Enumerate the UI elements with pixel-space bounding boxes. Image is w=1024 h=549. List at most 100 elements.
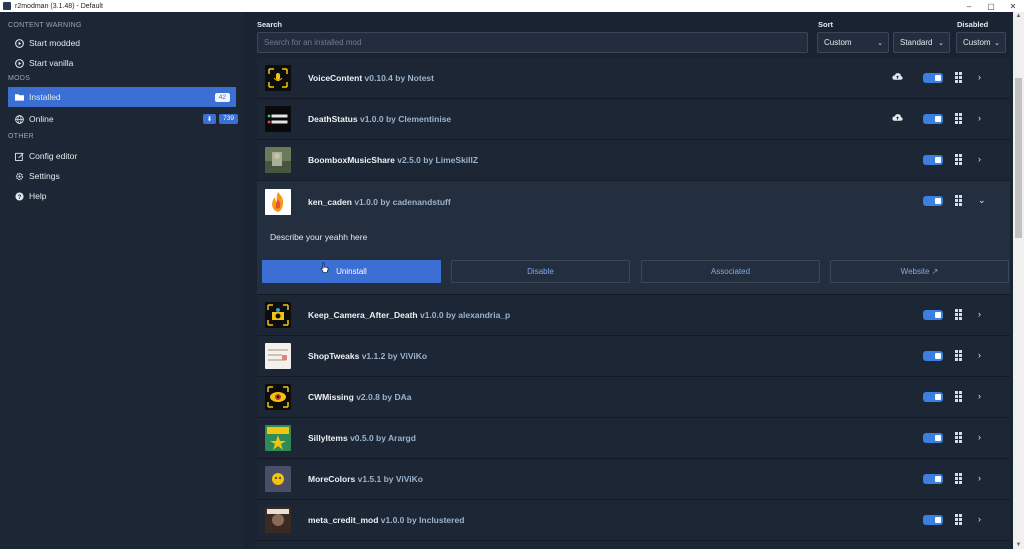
order-select[interactable]: Standard ⌄ xyxy=(893,32,950,53)
mod-row-ken-caden[interactable]: ken_caden v1.0.0 by cadenandstuff ⌄ xyxy=(257,181,1010,222)
mod-title: MoreColors v1.5.1 by ViViKo xyxy=(308,474,423,484)
mod-row-partial[interactable] xyxy=(257,541,1010,549)
enable-toggle[interactable] xyxy=(923,196,943,206)
help-label: Help xyxy=(29,191,47,201)
mod-thumbnail xyxy=(265,384,291,410)
mod-row-keep-camera-after-death[interactable]: Keep_Camera_After_Death v1.0.0 by alexan… xyxy=(257,295,1010,336)
mod-title: ken_caden v1.0.0 by cadenandstuff xyxy=(308,196,451,207)
associated-button[interactable]: Associated xyxy=(641,260,820,283)
chevron-right-icon[interactable]: › xyxy=(978,432,981,442)
mod-row-voicecontent[interactable]: VoiceContent v0.10.4 by Notest › xyxy=(257,58,1010,99)
mouse-cursor-icon xyxy=(321,262,329,273)
sort-select[interactable]: Custom ⌄ xyxy=(817,32,889,53)
drag-handle-icon[interactable] xyxy=(955,113,962,124)
chevron-right-icon[interactable]: › xyxy=(978,72,981,82)
folder-icon xyxy=(14,92,24,102)
mod-thumbnail xyxy=(265,188,291,215)
enable-toggle[interactable] xyxy=(923,155,943,165)
other-heading: OTHER xyxy=(8,133,34,140)
chevron-down-icon: ⌄ xyxy=(938,39,944,47)
disabled-select[interactable]: Custom ⌄ xyxy=(956,32,1006,53)
drag-handle-icon[interactable] xyxy=(955,514,962,525)
mod-row-shoptweaks[interactable]: ShopTweaks v1.1.2 by ViViKo › xyxy=(257,336,1010,377)
svg-text:?: ? xyxy=(17,193,21,200)
sidebar: CONTENT WARNING Start modded Start vanil… xyxy=(0,12,244,549)
chevron-right-icon[interactable]: › xyxy=(978,473,981,483)
start-modded-button[interactable]: Start modded xyxy=(0,33,244,53)
drag-handle-icon[interactable] xyxy=(955,473,962,484)
content-warning-heading: CONTENT WARNING xyxy=(8,22,82,29)
mod-row-cwmissing[interactable]: CWMissing v2.0.8 by DAa › xyxy=(257,377,1010,418)
online-count-badge: 739 xyxy=(219,114,238,124)
settings-label: Settings xyxy=(29,171,60,181)
sort-value: Custom xyxy=(824,38,852,47)
edit-icon xyxy=(14,151,24,161)
enable-toggle[interactable] xyxy=(923,433,943,443)
mod-thumbnail xyxy=(265,466,291,492)
mod-row-sillyitems[interactable]: SillyItems v0.5.0 by Arargd › xyxy=(257,418,1010,459)
mod-details-panel: Describe your yeahh here Uninstall Disab… xyxy=(257,222,1010,295)
sidebar-item-installed[interactable]: Installed 42 xyxy=(8,87,236,107)
mod-title: DeathStatus v1.0.0 by Clementinise xyxy=(308,114,452,124)
enable-toggle[interactable] xyxy=(923,114,943,124)
drag-handle-icon[interactable] xyxy=(955,72,962,83)
drag-handle-icon[interactable] xyxy=(955,432,962,443)
mod-row-morecolors[interactable]: MoreColors v1.5.1 by ViViKo › xyxy=(257,459,1010,500)
mod-title: meta_credit_mod v1.0.0 by Inclustered xyxy=(308,515,465,525)
play-icon xyxy=(14,38,24,48)
mods-heading: MODS xyxy=(8,75,31,82)
enable-toggle[interactable] xyxy=(923,392,943,402)
website-button[interactable]: Website ↗ xyxy=(830,260,1009,283)
mod-row-meta-credit-mod[interactable]: meta_credit_mod v1.0.0 by Inclustered › xyxy=(257,500,1010,541)
cloud-upload-icon[interactable] xyxy=(892,72,903,83)
start-vanilla-button[interactable]: Start vanilla xyxy=(0,53,244,73)
drag-handle-icon[interactable] xyxy=(955,195,962,206)
chevron-right-icon[interactable]: › xyxy=(978,309,981,319)
mod-title: BoomboxMusicShare v2.5.0 by LimeSkillZ xyxy=(308,155,479,165)
scrollbar-thumb[interactable] xyxy=(1015,78,1022,238)
enable-toggle[interactable] xyxy=(923,474,943,484)
sidebar-item-online[interactable]: Online ⬇ 739 xyxy=(0,109,244,129)
enable-toggle[interactable] xyxy=(923,351,943,361)
drag-handle-icon[interactable] xyxy=(955,154,962,165)
mod-controls: › xyxy=(890,295,1010,336)
chevron-right-icon[interactable]: › xyxy=(978,154,981,164)
close-button[interactable]: ✕ xyxy=(1002,0,1024,12)
sidebar-item-config-editor[interactable]: Config editor xyxy=(0,146,244,166)
sidebar-item-help[interactable]: ? Help xyxy=(0,186,244,206)
mod-row-boomboxmusicshare[interactable]: BoomboxMusicShare v2.5.0 by LimeSkillZ › xyxy=(257,140,1010,181)
uninstall-button[interactable]: Uninstall xyxy=(262,260,441,283)
chevron-right-icon[interactable]: › xyxy=(978,391,981,401)
cloud-upload-icon[interactable] xyxy=(892,113,903,124)
maximize-button[interactable]: ▢ xyxy=(980,0,1002,12)
chevron-down-icon: ⌄ xyxy=(877,39,883,47)
scrollbar[interactable]: ▲ ▼ xyxy=(1013,12,1024,549)
window-title: r2modman (3.1.48) - Default xyxy=(15,2,103,10)
installed-label: Installed xyxy=(29,92,61,102)
disable-button[interactable]: Disable xyxy=(451,260,630,283)
download-icon[interactable]: ⬇ xyxy=(202,114,217,124)
sort-label: Sort xyxy=(818,20,833,29)
mod-controls: › xyxy=(890,459,1010,500)
chevron-down-icon[interactable]: ⌄ xyxy=(978,195,986,206)
chevron-right-icon[interactable]: › xyxy=(978,350,981,360)
start-modded-label: Start modded xyxy=(29,38,81,48)
mod-controls: › xyxy=(890,58,1010,99)
app-icon xyxy=(3,2,11,10)
drag-handle-icon[interactable] xyxy=(955,350,962,361)
chevron-right-icon[interactable]: › xyxy=(978,514,981,524)
drag-handle-icon[interactable] xyxy=(955,391,962,402)
sidebar-item-settings[interactable]: Settings xyxy=(0,166,244,186)
mod-row-deathstatus[interactable]: DeathStatus v1.0.0 by Clementinise › xyxy=(257,99,1010,140)
mod-thumbnail xyxy=(265,302,291,328)
minimize-button[interactable]: – xyxy=(958,0,980,12)
chevron-right-icon[interactable]: › xyxy=(978,113,981,123)
enable-toggle[interactable] xyxy=(923,515,943,525)
drag-handle-icon[interactable] xyxy=(955,309,962,320)
enable-toggle[interactable] xyxy=(923,73,943,83)
enable-toggle[interactable] xyxy=(923,310,943,320)
search-input[interactable] xyxy=(257,32,808,53)
scroll-down-icon[interactable]: ▼ xyxy=(1013,542,1024,548)
mod-thumbnail xyxy=(265,507,291,533)
scroll-up-icon[interactable]: ▲ xyxy=(1013,13,1024,19)
